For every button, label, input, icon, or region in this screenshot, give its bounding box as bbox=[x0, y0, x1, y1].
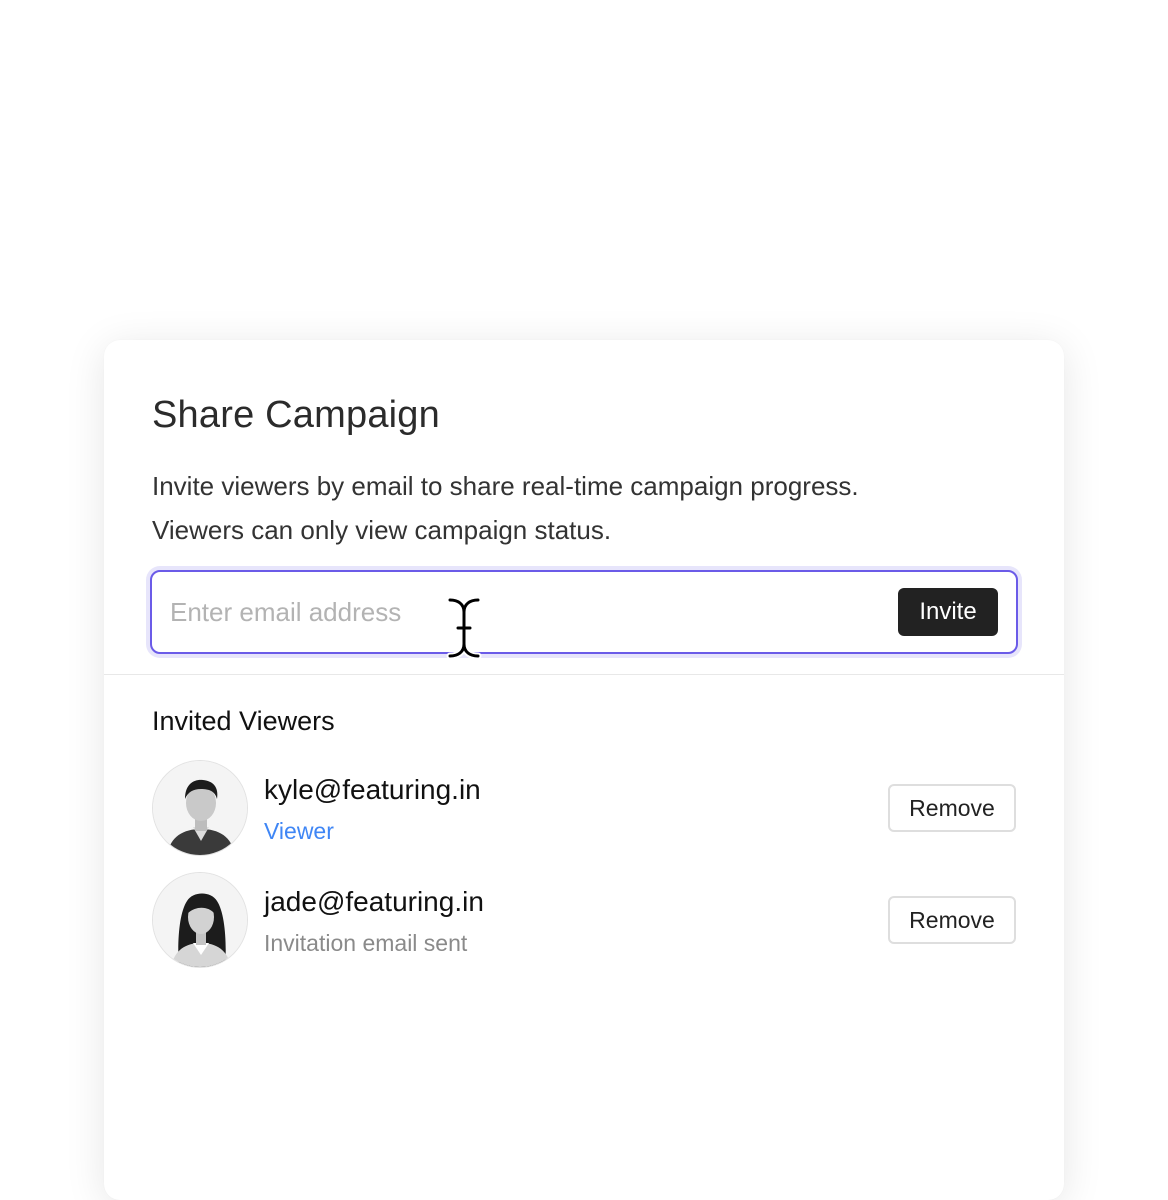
viewer-email: kyle@featuring.in bbox=[264, 774, 481, 805]
dialog-description: Invite viewers by email to share real-ti… bbox=[152, 464, 859, 552]
avatar bbox=[152, 760, 248, 856]
viewer-row: jade@featuring.in Invitation email sent … bbox=[152, 872, 1016, 968]
invited-viewers-heading: Invited Viewers bbox=[152, 706, 335, 736]
text-cursor-icon bbox=[444, 594, 484, 662]
description-line-2: Viewers can only view campaign status. bbox=[152, 515, 612, 545]
description-line-1: Invite viewers by email to share real-ti… bbox=[152, 471, 859, 501]
invite-button[interactable]: Invite bbox=[898, 588, 998, 636]
viewer-row: kyle@featuring.in Viewer Remove bbox=[152, 760, 1016, 856]
share-campaign-dialog: Share Campaign Invite viewers by email t… bbox=[104, 340, 1064, 1200]
invite-input-group: Invite bbox=[150, 570, 1018, 654]
viewer-status: Invitation email sent bbox=[264, 930, 468, 956]
dialog-title: Share Campaign bbox=[152, 394, 440, 436]
viewer-email: jade@featuring.in bbox=[264, 886, 484, 917]
remove-button[interactable]: Remove bbox=[888, 784, 1016, 832]
section-divider bbox=[104, 674, 1064, 675]
viewer-role-link[interactable]: Viewer bbox=[264, 818, 334, 845]
remove-button[interactable]: Remove bbox=[888, 896, 1016, 944]
avatar bbox=[152, 872, 248, 968]
